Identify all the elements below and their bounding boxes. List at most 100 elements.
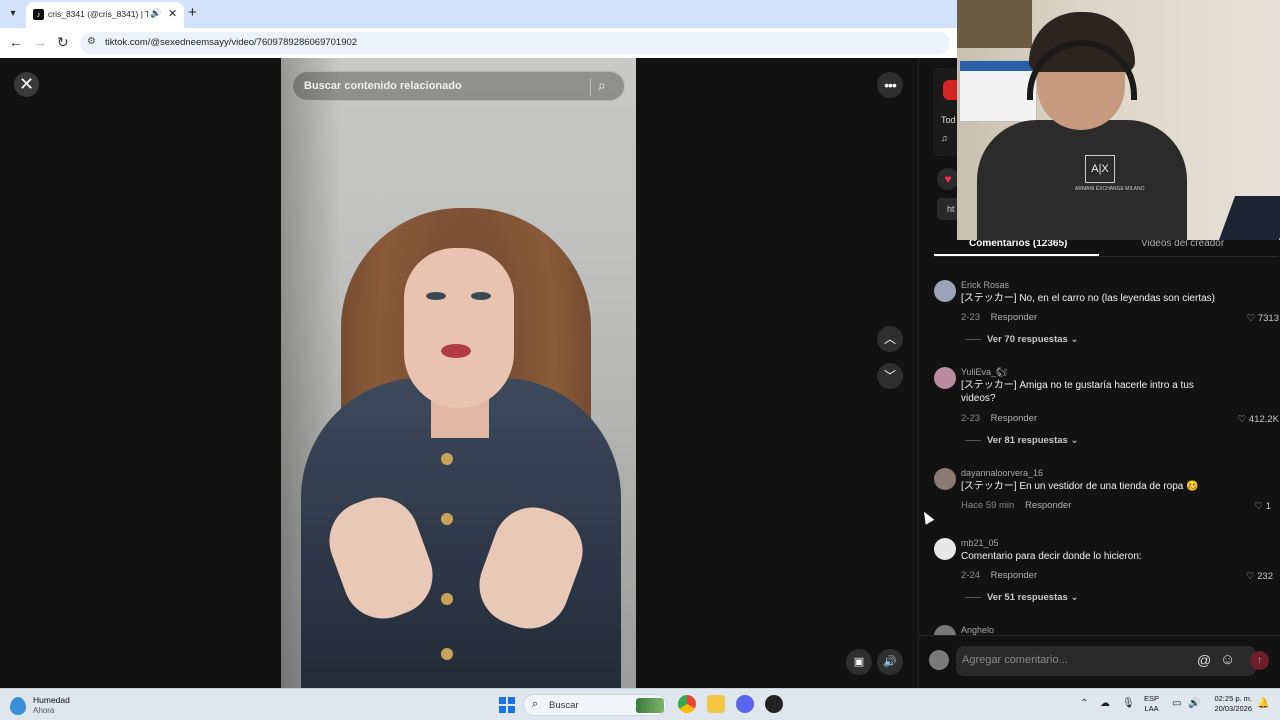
related-search-placeholder: Buscar contenido relacionado xyxy=(304,80,462,92)
comment-text: [ステッカー] No, en el carro no (las leyendas… xyxy=(961,293,1215,304)
browser-tab[interactable]: ♪ cris_8341 (@cris_8341) | Ti 🔊 ✕ xyxy=(26,2,184,28)
avatar[interactable] xyxy=(934,538,956,560)
chevron-up-icon[interactable]: ︿ xyxy=(877,326,903,352)
jacket-button xyxy=(441,593,453,605)
avatar[interactable] xyxy=(934,367,956,389)
related-search-input[interactable]: Buscar contenido relacionado ⌕ xyxy=(292,71,625,101)
avatar[interactable] xyxy=(934,468,956,490)
forward-icon[interactable]: → xyxy=(33,34,47,50)
microphone-icon[interactable]: 🎙 xyxy=(1122,698,1135,709)
tab-divider xyxy=(934,256,1278,257)
screen: ▾ ♪ cris_8341 (@cris_8341) | Ti 🔊 ✕ + ← … xyxy=(0,0,1280,720)
comment-user[interactable]: YuliEva_🐿 xyxy=(961,367,1007,378)
view-replies-button[interactable]: Ver 51 respuestas ⌄ xyxy=(965,592,1078,603)
taskbar-search-placeholder: Buscar xyxy=(549,700,579,711)
taskbar-search[interactable]: ⌕ Buscar xyxy=(523,694,667,716)
taskbar: Humedad Ahora ⌕ Buscar ⌃ ☁ 🎙 ESP LAA ▭ 🔊… xyxy=(0,688,1280,720)
close-icon[interactable]: ✕ xyxy=(14,72,39,97)
like-count[interactable]: ♡ 232 xyxy=(1246,571,1273,582)
windows-start-icon[interactable] xyxy=(499,697,515,713)
view-replies-label: Ver 81 respuestas xyxy=(987,435,1068,446)
comment-item: Anghelo xyxy=(934,625,1279,635)
obs-icon[interactable] xyxy=(765,695,783,713)
chevron-down-icon[interactable]: ﹀ xyxy=(877,363,903,389)
file-explorer-icon[interactable] xyxy=(707,695,725,713)
webcam-shelf xyxy=(957,0,1032,48)
view-replies-button[interactable]: Ver 81 respuestas ⌄ xyxy=(965,435,1078,446)
reply-button[interactable]: Responder xyxy=(1025,500,1071,511)
chrome-icon[interactable] xyxy=(678,695,696,713)
comment-date: Hace 59 min xyxy=(961,500,1015,511)
notification-icon[interactable]: 🔔 xyxy=(1257,698,1269,709)
network-icon[interactable]: ▭ xyxy=(1172,698,1181,709)
send-icon[interactable]: ↑ xyxy=(1250,651,1269,670)
onedrive-icon[interactable]: ☁ xyxy=(1100,698,1110,709)
new-tab-button[interactable]: + xyxy=(188,4,197,21)
comment-composer: Agregar comentario... @ ☺ ↑ xyxy=(919,635,1280,688)
comment-date: 2-24 xyxy=(961,570,981,581)
like-count-value: 232 xyxy=(1257,571,1273,582)
comment-text: [ステッカー] En un vestidor de una tienda de … xyxy=(961,481,1199,492)
search-icon[interactable]: ⌕ xyxy=(598,77,606,94)
url-text: tiktok.com/@sexedneemsayy/video/76097892… xyxy=(105,37,358,48)
volume-icon[interactable]: 🔊 xyxy=(877,649,903,675)
reply-button[interactable]: Responder xyxy=(991,312,1037,323)
back-icon[interactable]: ← xyxy=(9,34,23,50)
avatar xyxy=(929,650,949,670)
browser-tab-bar: ▾ ♪ cris_8341 (@cris_8341) | Ti 🔊 ✕ + xyxy=(0,0,958,28)
comment-meta: 2-23 Responder xyxy=(961,312,1037,323)
webcam-calendar xyxy=(959,60,1038,122)
search-icon: ⌕ xyxy=(532,698,539,710)
comment-user[interactable]: Anghelo xyxy=(961,625,994,635)
reply-button[interactable]: Responder xyxy=(991,413,1037,424)
clock-date: 20/03/2026 xyxy=(1214,704,1252,713)
comment-item: mb21_05 Comentario para decir donde lo h… xyxy=(934,538,1279,608)
emoji-icon[interactable]: ☺ xyxy=(1220,651,1235,668)
description-partial: Tod xyxy=(941,115,956,125)
avatar[interactable] xyxy=(934,625,956,635)
mention-icon[interactable]: @ xyxy=(1197,652,1211,668)
clock-time: 02:25 p. m. xyxy=(1214,694,1252,703)
site-info-icon[interactable]: ⚙ xyxy=(87,36,96,47)
tray-chevron-up-icon[interactable]: ⌃ xyxy=(1080,698,1088,709)
tab-audio-icon[interactable]: 🔊 xyxy=(150,8,161,19)
comment-date: 2-23 xyxy=(961,413,981,424)
comment-user[interactable]: mb21_05 xyxy=(961,538,999,548)
video-stage: ✕ Buscar contenido relacionado ⌕ ••• ︿ ﹀… xyxy=(0,58,918,688)
view-replies-button[interactable]: Ver 70 respuestas ⌄ xyxy=(965,334,1078,345)
humidity-icon xyxy=(10,697,26,715)
language-indicator[interactable]: ESP LAA xyxy=(1144,694,1159,714)
video-player[interactable] xyxy=(281,58,636,688)
tab-list-chevron-icon[interactable]: ▾ xyxy=(5,6,21,22)
comment-meta: Hace 59 min Responder xyxy=(961,500,1071,511)
more-icon[interactable]: ••• xyxy=(877,72,903,98)
jacket-button xyxy=(441,648,453,660)
system-clock[interactable]: 02:25 p. m. 20/03/2026 xyxy=(1208,694,1252,714)
like-count[interactable]: ♡ 7313 xyxy=(1247,313,1279,324)
tiktok-favicon-icon: ♪ xyxy=(33,9,44,20)
reply-button[interactable]: Responder xyxy=(991,570,1037,581)
comment-meta: 2-24 Responder xyxy=(961,570,1037,581)
discord-icon[interactable] xyxy=(736,695,754,713)
language-code: ESP xyxy=(1144,694,1160,703)
tab-title: cris_8341 (@cris_8341) | Ti xyxy=(48,9,148,19)
video-lips xyxy=(441,344,471,358)
avatar[interactable] xyxy=(934,280,956,302)
reload-icon[interactable]: ↻ xyxy=(57,34,69,50)
view-replies-label: Ver 51 respuestas xyxy=(987,592,1068,603)
like-count[interactable]: ♡ 1 xyxy=(1255,501,1271,512)
weather-title: Humedad xyxy=(33,695,70,705)
comment-input[interactable]: Agregar comentario... @ ☺ xyxy=(956,646,1256,676)
like-count-value: 412.2K xyxy=(1248,414,1279,425)
like-count[interactable]: ♡ 412.2K xyxy=(1238,414,1279,425)
jacket-button xyxy=(441,513,453,525)
comment-item: dayannaloorvera_16 [ステッカー] En un vestido… xyxy=(934,468,1279,518)
speaker-icon[interactable]: 🔊 xyxy=(1188,698,1200,709)
keyboard-layout: LAA xyxy=(1144,704,1159,713)
comment-user[interactable]: dayannaloorvera_16 xyxy=(961,468,1043,478)
heart-icon[interactable]: ♥ xyxy=(937,168,959,190)
comment-user[interactable]: Erick Rosas xyxy=(961,280,1009,290)
pip-icon[interactable]: ▣ xyxy=(846,649,872,675)
address-bar[interactable]: ⚙ tiktok.com/@sexedneemsayy/video/760978… xyxy=(80,32,950,54)
tab-close-icon[interactable]: ✕ xyxy=(168,7,177,20)
